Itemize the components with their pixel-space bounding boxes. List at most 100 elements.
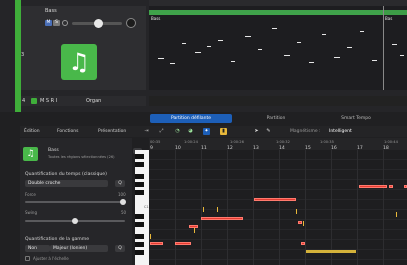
region-divider <box>383 6 384 90</box>
grid-row <box>149 219 407 220</box>
black-key[interactable] <box>135 222 144 227</box>
adjust-checkbox[interactable] <box>25 256 30 261</box>
link-icon[interactable]: ⤢ <box>158 128 165 135</box>
ruler-time: 1:00:24 <box>184 140 198 144</box>
solo-button[interactable]: S <box>53 20 60 26</box>
scale-mode-dropdown[interactable]: Majeur (Ionien) <box>50 245 108 252</box>
menu-edition[interactable]: Édition <box>24 129 40 134</box>
midi-note-selected[interactable] <box>306 250 356 253</box>
velocity-marker <box>296 209 297 214</box>
midi-note[interactable] <box>175 242 191 245</box>
region-note <box>372 60 377 61</box>
grid-row <box>149 179 407 180</box>
menu-fonctions[interactable]: Fonctions <box>57 129 78 134</box>
snap-label: Magnétisme : <box>290 129 321 134</box>
black-key[interactable] <box>135 190 144 195</box>
tab-partition[interactable]: Partition <box>240 114 312 123</box>
region-label-2: Bas <box>385 16 393 21</box>
mute-button[interactable]: M <box>45 20 52 26</box>
tab-partition-defilante[interactable]: Partition défilante <box>150 114 232 123</box>
midi-note[interactable] <box>359 185 387 188</box>
note-grid[interactable] <box>149 150 407 265</box>
region-note <box>392 44 397 45</box>
quantize-button[interactable]: Q <box>115 180 125 187</box>
region-label: Bass <box>151 16 161 21</box>
black-key[interactable] <box>135 234 144 239</box>
region-note <box>297 42 301 43</box>
track-name[interactable]: Bass <box>45 8 57 14</box>
grid-row <box>149 249 407 250</box>
black-key[interactable] <box>135 174 144 179</box>
force-slider[interactable] <box>25 201 125 203</box>
midi-note[interactable] <box>389 185 393 188</box>
region-note <box>182 43 186 44</box>
black-key[interactable] <box>135 214 144 219</box>
pointer-tool-icon[interactable]: ➤ <box>253 128 260 135</box>
grid-row <box>149 229 407 230</box>
midi-in-icon[interactable]: ◔ <box>174 128 181 135</box>
scale-quantize-button[interactable]: Q <box>115 245 125 252</box>
midi-note[interactable] <box>298 221 302 224</box>
black-key[interactable] <box>135 162 144 167</box>
black-key[interactable] <box>135 154 144 159</box>
region-note <box>245 36 251 37</box>
region-name: Bass <box>48 148 59 153</box>
velocity-marker <box>303 221 304 226</box>
octave-label: C1 <box>144 205 149 209</box>
velocity-icon[interactable]: ▮ <box>220 128 227 135</box>
region-note <box>218 40 223 41</box>
velocity-marker <box>203 207 204 212</box>
force-slider-knob[interactable] <box>120 199 126 205</box>
black-key[interactable] <box>135 182 144 187</box>
scale-key-dropdown[interactable]: Non <box>25 245 50 252</box>
midi-note[interactable] <box>150 242 163 245</box>
bar-line <box>305 150 306 265</box>
midi-note[interactable] <box>301 242 305 245</box>
track-name-2[interactable]: Organ <box>86 98 101 104</box>
pencil-tool-icon[interactable]: ✎ <box>265 128 272 135</box>
bass-region[interactable] <box>149 6 407 90</box>
menu-presentation[interactable]: Présentation <box>98 129 126 134</box>
velocity-marker <box>217 207 218 212</box>
region-note <box>309 62 314 63</box>
midi-note[interactable] <box>254 198 296 201</box>
bar-line <box>175 150 176 265</box>
region-note <box>360 31 364 32</box>
grid-row <box>149 189 407 190</box>
ruler-time: 00:35 <box>150 140 161 144</box>
organ-lane[interactable] <box>149 96 407 106</box>
swing-label: Swing <box>25 210 37 215</box>
force-label: Force <box>25 192 36 197</box>
tab-smart-tempo[interactable]: Smart Tempo <box>320 114 392 123</box>
record-icon[interactable] <box>62 20 68 26</box>
wand-icon[interactable]: ✦ <box>203 128 210 135</box>
pan-knob[interactable] <box>126 18 136 28</box>
midi-note[interactable] <box>201 217 243 220</box>
ruler-time: 1:00:35 <box>320 140 334 144</box>
region-note <box>195 52 201 53</box>
grid-row <box>149 209 407 210</box>
region-description: Toutes les régions sélectionnées (26) <box>48 155 115 159</box>
midi-out-icon[interactable]: ◕ <box>187 128 194 135</box>
swing-slider-knob[interactable] <box>72 218 78 224</box>
black-key[interactable] <box>135 242 144 247</box>
velocity-marker <box>150 234 151 239</box>
quantize-dropdown[interactable]: Double croche <box>25 180 108 187</box>
force-value: 100 <box>118 192 126 197</box>
snap-value[interactable]: Intelligent <box>329 129 352 134</box>
ruler-time: 1:00:26 <box>230 140 244 144</box>
adjust-label: Ajuster à l'échelle <box>33 256 69 261</box>
track-buttons[interactable]: M S R I <box>40 98 57 104</box>
region-note <box>258 49 262 50</box>
grid-row <box>149 259 407 260</box>
region-note-icon: ♫ <box>23 147 38 161</box>
bar-line <box>201 150 202 265</box>
volume-knob[interactable] <box>94 19 103 28</box>
region-note <box>207 46 211 47</box>
editor-tabs: Partition défilante Partition Smart Temp… <box>150 114 400 123</box>
region-note <box>334 57 340 58</box>
grid-row <box>149 159 407 160</box>
catch-icon[interactable]: ⇥ <box>143 128 150 135</box>
quantize-title: Quantification du temps (classique) <box>25 172 107 177</box>
black-key[interactable] <box>135 250 144 255</box>
